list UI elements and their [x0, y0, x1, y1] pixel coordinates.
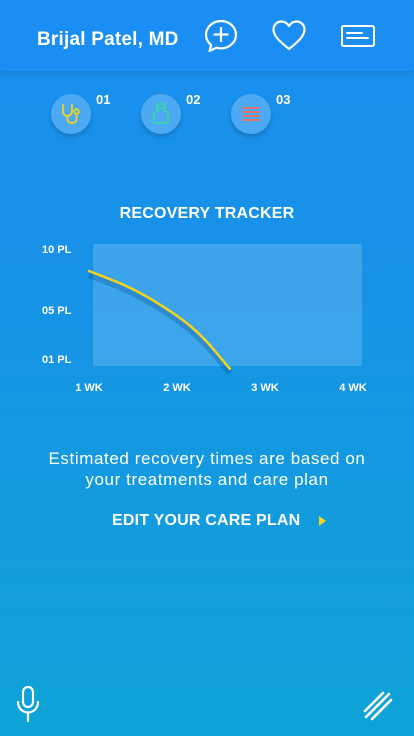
y-tick-label: 01 PL: [42, 354, 72, 366]
list-icon: [242, 107, 260, 121]
doctor-name[interactable]: Brijal Patel, MD: [37, 29, 179, 51]
treatment-bubble: [51, 94, 91, 134]
header-bar: Brijal Patel, MD: [0, 0, 414, 71]
treatment-02[interactable]: 02: [141, 92, 221, 142]
y-tick-label: 05 PL: [42, 305, 72, 317]
chart-plot-area: [93, 244, 362, 366]
add-chat-icon[interactable]: [203, 18, 239, 54]
stethoscope-icon: [62, 104, 80, 124]
microphone-icon[interactable]: [14, 685, 42, 723]
x-tick-label: 3 WK: [251, 382, 279, 394]
treatment-number: 01: [96, 92, 111, 107]
recovery-description: Estimated recovery times are based on yo…: [48, 449, 366, 489]
x-tick-label: 4 WK: [339, 382, 367, 394]
menu-icon[interactable]: [362, 690, 394, 722]
treatment-bubble: [141, 94, 181, 134]
treatment-number: 03: [276, 92, 291, 107]
medicine-bottle-icon: [153, 103, 169, 124]
treatment-01[interactable]: 01: [51, 92, 131, 142]
y-tick-label: 10 PL: [42, 244, 72, 256]
card-icon[interactable]: [340, 18, 376, 54]
chart-title: RECOVERY TRACKER: [119, 205, 295, 222]
treatment-bubble: [231, 94, 271, 134]
treatment-03[interactable]: 03: [231, 92, 311, 142]
heart-icon[interactable]: [271, 18, 307, 54]
arrow-right-icon: [319, 516, 327, 526]
recovery-chart: 10 PL 05 PL 01 PL 1 WK 2 WK 3 WK 4 WK: [42, 244, 367, 394]
edit-care-plan-button[interactable]: EDIT YOUR CARE PLAN: [112, 510, 327, 532]
x-tick-label: 1 WK: [75, 382, 103, 394]
x-tick-label: 2 WK: [163, 382, 191, 394]
edit-care-plan-label: EDIT YOUR CARE PLAN: [112, 512, 301, 529]
treatment-number: 02: [186, 92, 201, 107]
